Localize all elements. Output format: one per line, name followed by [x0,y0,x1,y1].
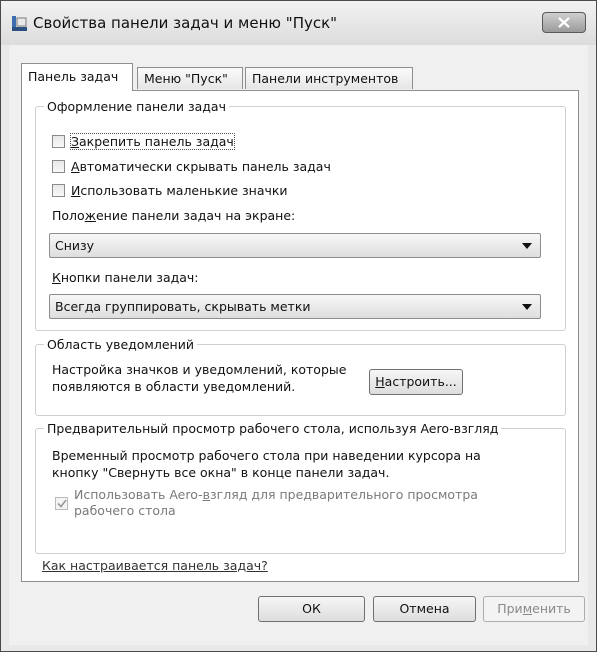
checkbox-box[interactable] [52,135,65,148]
use-aero-peek-checkbox[interactable]: Использовать Aero-взгляд для предварител… [55,487,478,519]
dropdown-value: Всегда группировать, скрывать метки [55,299,311,314]
lock-taskbar-checkbox[interactable]: Закрепить панель задач [52,133,235,150]
checkbox-box[interactable] [52,160,65,173]
tab-label: Панели инструментов [252,71,399,86]
taskbar-buttons-dropdown[interactable]: Всегда группировать, скрывать метки [49,294,541,319]
notification-description: Настройка значков и уведомлений, которые… [52,361,346,395]
group-title: Оформление панели задач [47,99,226,114]
access-key: К [52,270,61,285]
title-bar[interactable]: Свойства панели задач и меню "Пуск" [1,1,596,45]
access-key: м [522,601,533,616]
label-text: рабочего стола [74,503,176,518]
label-text: астроить... [384,374,457,389]
checkbox-label: Автоматически скрывать панель задач [71,159,331,174]
access-key: З [71,134,80,149]
taskbar-buttons-label: Кнопки панели задач: [52,270,199,285]
description-line: появляются в области уведомлений. [52,379,296,394]
tab-label: Панель задач [28,69,119,84]
ok-button[interactable]: ОК [258,596,365,622]
small-icons-checkbox[interactable]: Использовать маленькие значки [52,183,288,198]
access-key: Н [375,374,385,389]
access-key: А [71,159,80,174]
taskbar-position-label: Положение панели задач на экране: [52,208,295,223]
customize-button[interactable]: Настроить... [369,369,463,395]
label-text: При [497,601,523,616]
access-key: ж [84,208,96,223]
cancel-button[interactable]: Отмена [373,596,476,622]
close-button[interactable] [542,12,586,33]
tab-taskbar[interactable]: Панель задач [21,63,133,91]
checkbox-label: Закрепить панель задач [70,133,235,150]
checkmark-icon [56,499,67,508]
dropdown-arrow-icon [522,304,532,310]
label-text: втоматически скрывать панель задач [79,159,331,174]
label-text: Поло [52,208,85,223]
dropdown-value: Снизу [55,238,95,253]
group-title: Предварительный просмотр рабочего стола,… [47,421,499,436]
checkbox-label: Использовать маленькие значки [71,183,288,198]
label-text: ение панели задач на экране: [95,208,296,223]
autohide-taskbar-checkbox[interactable]: Автоматически скрывать панель задач [52,159,331,174]
aero-peek-description: Временный просмотр рабочего стола при на… [52,447,481,481]
taskbar-icon [12,16,27,31]
label-text: спользовать маленькие значки [80,183,288,198]
dropdown-arrow-icon [522,243,532,249]
label-text: Отмена [399,601,450,616]
label-text: ОК [302,601,321,616]
apply-button[interactable]: Применить [483,596,585,622]
checkbox-box[interactable] [55,497,68,510]
checkbox-label: Использовать Aero-взгляд для предварител… [74,487,478,519]
description-line: Временный просмотр рабочего стола при на… [52,448,481,463]
label-text: енить [532,601,571,616]
access-key: И [71,183,81,198]
group-title: Область уведомлений [47,337,194,352]
tab-label: Меню "Пуск" [144,71,228,86]
window-title: Свойства панели задач и меню "Пуск" [33,14,338,32]
access-key: в [202,487,210,502]
label-text: Использовать Aero- [74,487,203,502]
label-text: акрепить панель задач [79,134,234,149]
close-icon [558,17,570,28]
tab-start-menu[interactable]: Меню "Пуск" [137,67,243,89]
tab-page-taskbar: Оформление панели задач Закрепить панель… [21,90,579,582]
taskbar-help-link[interactable]: Как настраивается панель задач? [42,558,268,573]
label-text: нопки панели задач: [60,270,199,285]
description-line: Настройка значков и уведомлений, которые [52,362,347,377]
description-line: кнопку "Свернуть все окна" в конце панел… [52,465,390,480]
checkbox-box[interactable] [52,184,65,197]
dialog-window: Свойства панели задач и меню "Пуск" Пане… [0,0,597,652]
taskbar-position-dropdown[interactable]: Снизу [49,233,541,258]
tab-toolbars[interactable]: Панели инструментов [245,67,413,89]
dialog-client: Панель задач Меню "Пуск" Панели инструме… [9,45,588,645]
label-text: згляд для предварительного просмотра [210,487,478,502]
